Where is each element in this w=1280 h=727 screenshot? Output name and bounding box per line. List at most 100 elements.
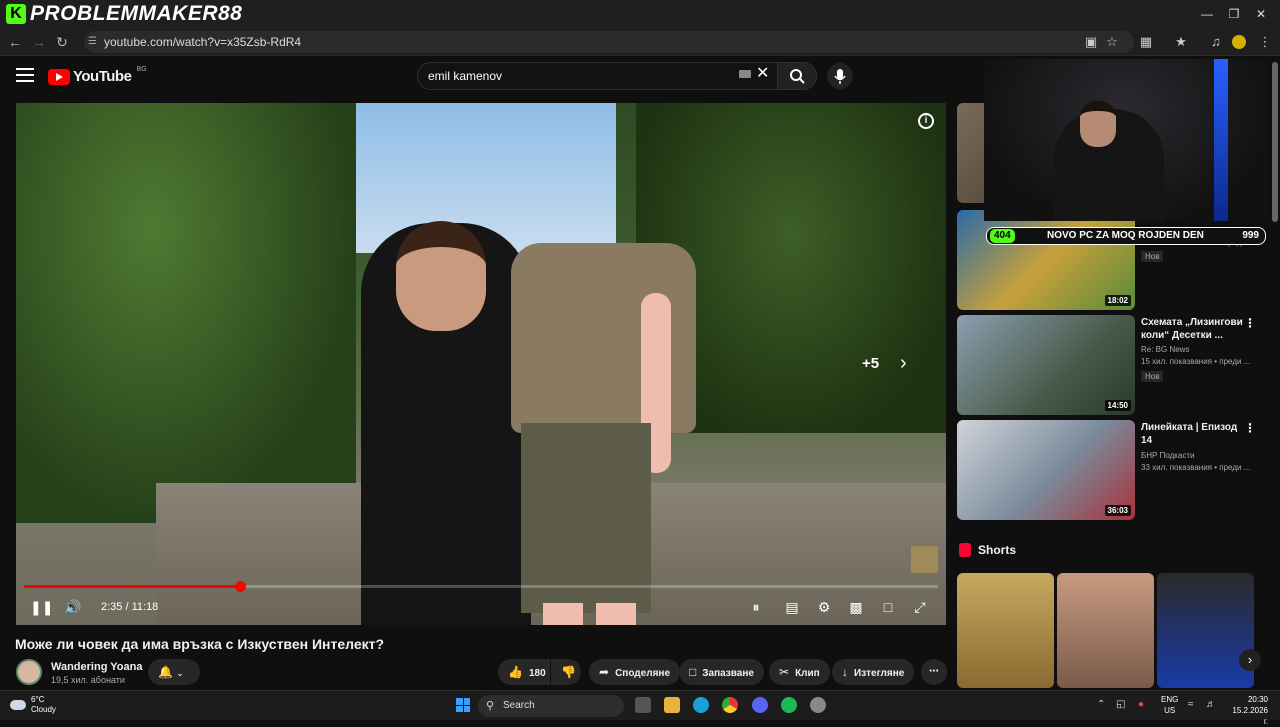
- miniplayer-icon[interactable]: ▩: [848, 599, 864, 615]
- page-scrollbar[interactable]: [1272, 62, 1278, 222]
- weather-temp: 6°C: [31, 695, 45, 704]
- minimize-icon[interactable]: —: [1198, 5, 1216, 23]
- search-button[interactable]: [777, 62, 817, 90]
- discord-icon[interactable]: [752, 697, 768, 713]
- recommended-thumbnail[interactable]: 36:03: [957, 420, 1135, 520]
- short-thumbnail[interactable]: [957, 573, 1054, 688]
- video-player[interactable]: i +5 › ❚❚ 🔊 2:35 / 11:18 ⏸ ▤ ⚙ ▩ □ ⤢: [16, 103, 946, 625]
- wifi-icon[interactable]: ≈: [1188, 699, 1194, 710]
- short-thumbnail[interactable]: [1157, 573, 1254, 688]
- search-input[interactable]: emil kamenov: [417, 62, 778, 90]
- recommended-meta: 15 хил. показвания • преди ...: [1141, 357, 1251, 366]
- profile-avatar[interactable]: [1232, 35, 1246, 49]
- restore-icon[interactable]: ❐: [1225, 5, 1243, 23]
- volume-icon[interactable]: 🔊: [64, 599, 81, 615]
- kick-logo-icon: K: [6, 4, 26, 24]
- recommended-channel[interactable]: Re: BG News: [1141, 345, 1261, 354]
- shorts-heading: Shorts: [978, 543, 1017, 557]
- clip-button[interactable]: ✂ Клип: [769, 659, 830, 685]
- weather-desc: Cloudy: [31, 705, 56, 714]
- back-icon[interactable]: ←: [6, 33, 24, 51]
- search-icon: ⚲: [486, 700, 495, 712]
- scrubber-handle[interactable]: [234, 581, 246, 592]
- clear-search-icon[interactable]: ✕: [756, 64, 769, 84]
- like-button[interactable]: 👍 180: [498, 659, 550, 685]
- like-count: 180: [528, 668, 546, 679]
- settings-gear-icon[interactable]: ⚙: [816, 599, 832, 615]
- more-videos-count[interactable]: +5: [862, 355, 879, 372]
- recommended-title[interactable]: Схемата „Лизингови коли“ Десетки ...: [1141, 316, 1251, 342]
- recommended-thumbnail[interactable]: 18:02: [957, 210, 1135, 310]
- channel-avatar[interactable]: [16, 659, 42, 685]
- tray-overflow-icon[interactable]: ⌃: [1097, 699, 1105, 710]
- search-icon: [790, 69, 805, 84]
- save-playlist-icon: □: [689, 665, 697, 679]
- spotify-icon[interactable]: [781, 697, 797, 713]
- microphone-icon: [834, 69, 846, 84]
- chrome-icon[interactable]: [722, 697, 738, 713]
- recommended-meta: 33 хил. показвания • преди ...: [1141, 463, 1251, 472]
- voice-search-button[interactable]: [827, 63, 853, 89]
- download-icon: ↓: [842, 665, 848, 679]
- info-icon[interactable]: i: [918, 113, 934, 129]
- subtitles-icon[interactable]: ▤: [784, 599, 800, 615]
- recommended-menu-icon[interactable]: ⋮: [1244, 421, 1256, 435]
- install-app-icon[interactable]: ▣: [1082, 33, 1100, 51]
- time-total: 11:18: [131, 601, 159, 613]
- fullscreen-icon[interactable]: ⤢: [912, 599, 928, 615]
- system-clock[interactable]: 20:30 15.2.2026 г.: [1228, 694, 1268, 727]
- pause-icon[interactable]: ❚❚: [30, 599, 53, 615]
- notification-bell-button[interactable]: 🔔 ⌄: [148, 659, 200, 685]
- download-button[interactable]: ↓ Изтегляне: [832, 659, 915, 685]
- task-view-icon[interactable]: [635, 697, 651, 713]
- share-icon: ➦: [599, 665, 610, 679]
- shorts-icon: [959, 543, 971, 557]
- new-badge: Нов: [1141, 371, 1164, 382]
- save-button[interactable]: □ Запазване: [679, 659, 764, 685]
- windows-start-icon[interactable]: [456, 698, 470, 712]
- youtube-play-icon: [48, 68, 70, 85]
- youtube-logo[interactable]: YouTube BG: [48, 66, 147, 85]
- next-chevron-icon[interactable]: ›: [900, 353, 907, 373]
- subscriber-count: 19,5 хил. абонати: [51, 675, 125, 685]
- keyboard-icon[interactable]: [739, 70, 751, 78]
- time-current: 2:35: [101, 601, 123, 613]
- cast-icon[interactable]: □: [880, 599, 896, 615]
- channel-name[interactable]: Wandering Yoana: [51, 661, 142, 673]
- reload-icon[interactable]: ↻: [53, 33, 71, 51]
- hamburger-menu-icon[interactable]: [16, 68, 34, 82]
- short-thumbnail[interactable]: [1057, 573, 1154, 688]
- edge-icon[interactable]: [693, 697, 709, 713]
- dislike-button[interactable]: 👎: [551, 659, 581, 685]
- file-explorer-icon[interactable]: [664, 697, 680, 713]
- share-button[interactable]: ➦ Споделяне: [589, 659, 680, 685]
- close-window-icon[interactable]: ✕: [1252, 5, 1270, 23]
- site-info-icon[interactable]: ☰: [88, 31, 97, 53]
- more-actions-button[interactable]: ⋯: [921, 659, 947, 685]
- network-icon[interactable]: ◱: [1116, 699, 1125, 710]
- end-card-thumbnail[interactable]: [911, 546, 938, 573]
- mic-muted-icon[interactable]: ●: [1138, 699, 1144, 710]
- taskbar-search[interactable]: ⚲ Search: [478, 695, 624, 717]
- progress-bar[interactable]: [24, 581, 938, 592]
- recommended-title[interactable]: Линейката | Епизод 14: [1141, 421, 1251, 447]
- chrome-menu-icon[interactable]: ⋮: [1256, 33, 1274, 51]
- recommended-thumbnail[interactable]: 14:50: [957, 315, 1135, 415]
- address-bar[interactable]: ☰ youtube.com/watch?v=x35Zsb-RdR4: [84, 31, 1134, 53]
- youtube-wordmark: YouTube: [73, 68, 132, 85]
- bookmark-star-icon[interactable]: ☆: [1103, 33, 1121, 51]
- forward-icon[interactable]: →: [30, 33, 48, 51]
- input-language[interactable]: ENG US: [1161, 694, 1178, 716]
- recommended-channel[interactable]: БНР Подкасти: [1141, 451, 1261, 460]
- obs-icon[interactable]: [810, 697, 826, 713]
- autoplay-toggle-icon[interactable]: ⏸: [749, 599, 763, 615]
- shorts-next-chevron-icon[interactable]: ›: [1239, 649, 1261, 671]
- weather-widget[interactable]: 6°C Cloudy: [10, 695, 56, 715]
- speaker-icon[interactable]: ♬: [1206, 699, 1216, 710]
- extensions-icon[interactable]: ▦: [1137, 33, 1155, 51]
- thumbs-down-icon: 👎: [561, 665, 576, 679]
- bell-icon: 🔔: [158, 665, 173, 679]
- bookmarks-icon[interactable]: ★: [1172, 33, 1190, 51]
- recommended-menu-icon[interactable]: ⋮: [1244, 316, 1256, 330]
- media-control-icon[interactable]: ♫: [1207, 33, 1225, 51]
